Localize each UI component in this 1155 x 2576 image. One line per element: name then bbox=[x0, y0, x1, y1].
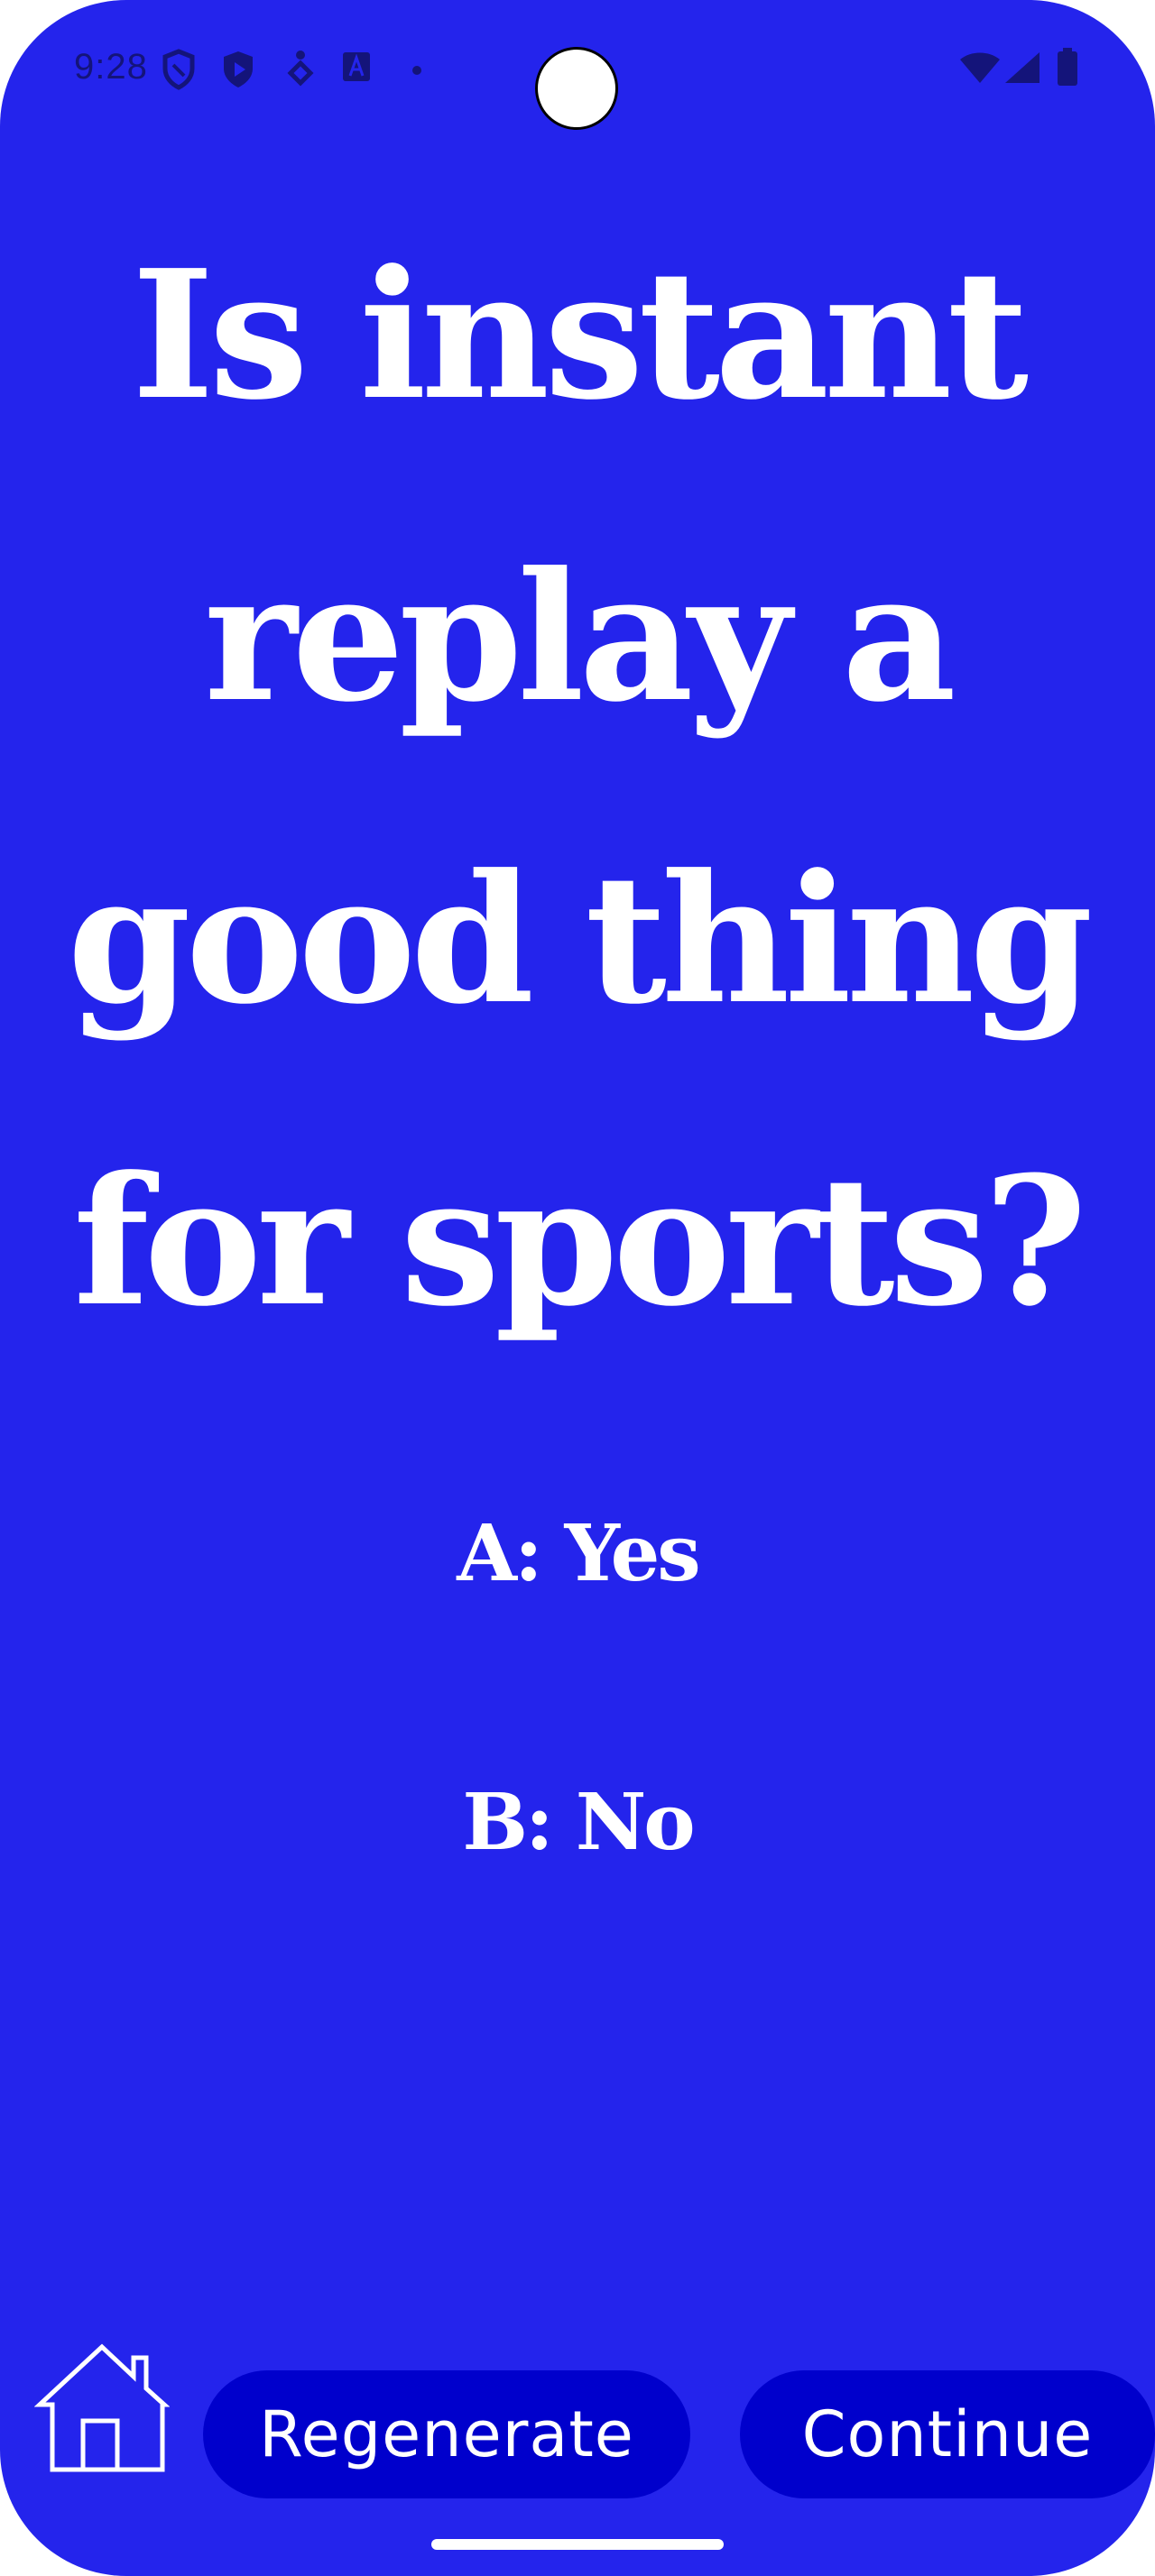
dot-icon bbox=[412, 66, 421, 75]
wifi-icon bbox=[960, 52, 1000, 83]
home-icon[interactable] bbox=[34, 2341, 170, 2475]
option-a[interactable]: A: Yes bbox=[0, 1504, 1155, 1604]
signal-icon bbox=[1005, 52, 1040, 83]
continue-button[interactable]: Continue bbox=[740, 2370, 1155, 2498]
regenerate-button[interactable]: Regenerate bbox=[203, 2370, 690, 2498]
camera-cutout bbox=[535, 47, 618, 130]
gesture-navigation-bar[interactable] bbox=[431, 2539, 724, 2550]
play-protect-icon bbox=[224, 51, 253, 87]
font-a-icon bbox=[343, 52, 370, 81]
shield-icon bbox=[162, 49, 195, 90]
option-b[interactable]: B: No bbox=[0, 1773, 1155, 1872]
question-text: Is instant replay a good thing for sport… bbox=[67, 232, 1094, 1346]
accessibility-icon bbox=[287, 51, 314, 87]
battery-icon bbox=[1058, 48, 1077, 86]
status-time: 9:28 bbox=[74, 47, 148, 87]
app-screen: 9:28 Is instant replay a good thing for … bbox=[0, 0, 1155, 2576]
